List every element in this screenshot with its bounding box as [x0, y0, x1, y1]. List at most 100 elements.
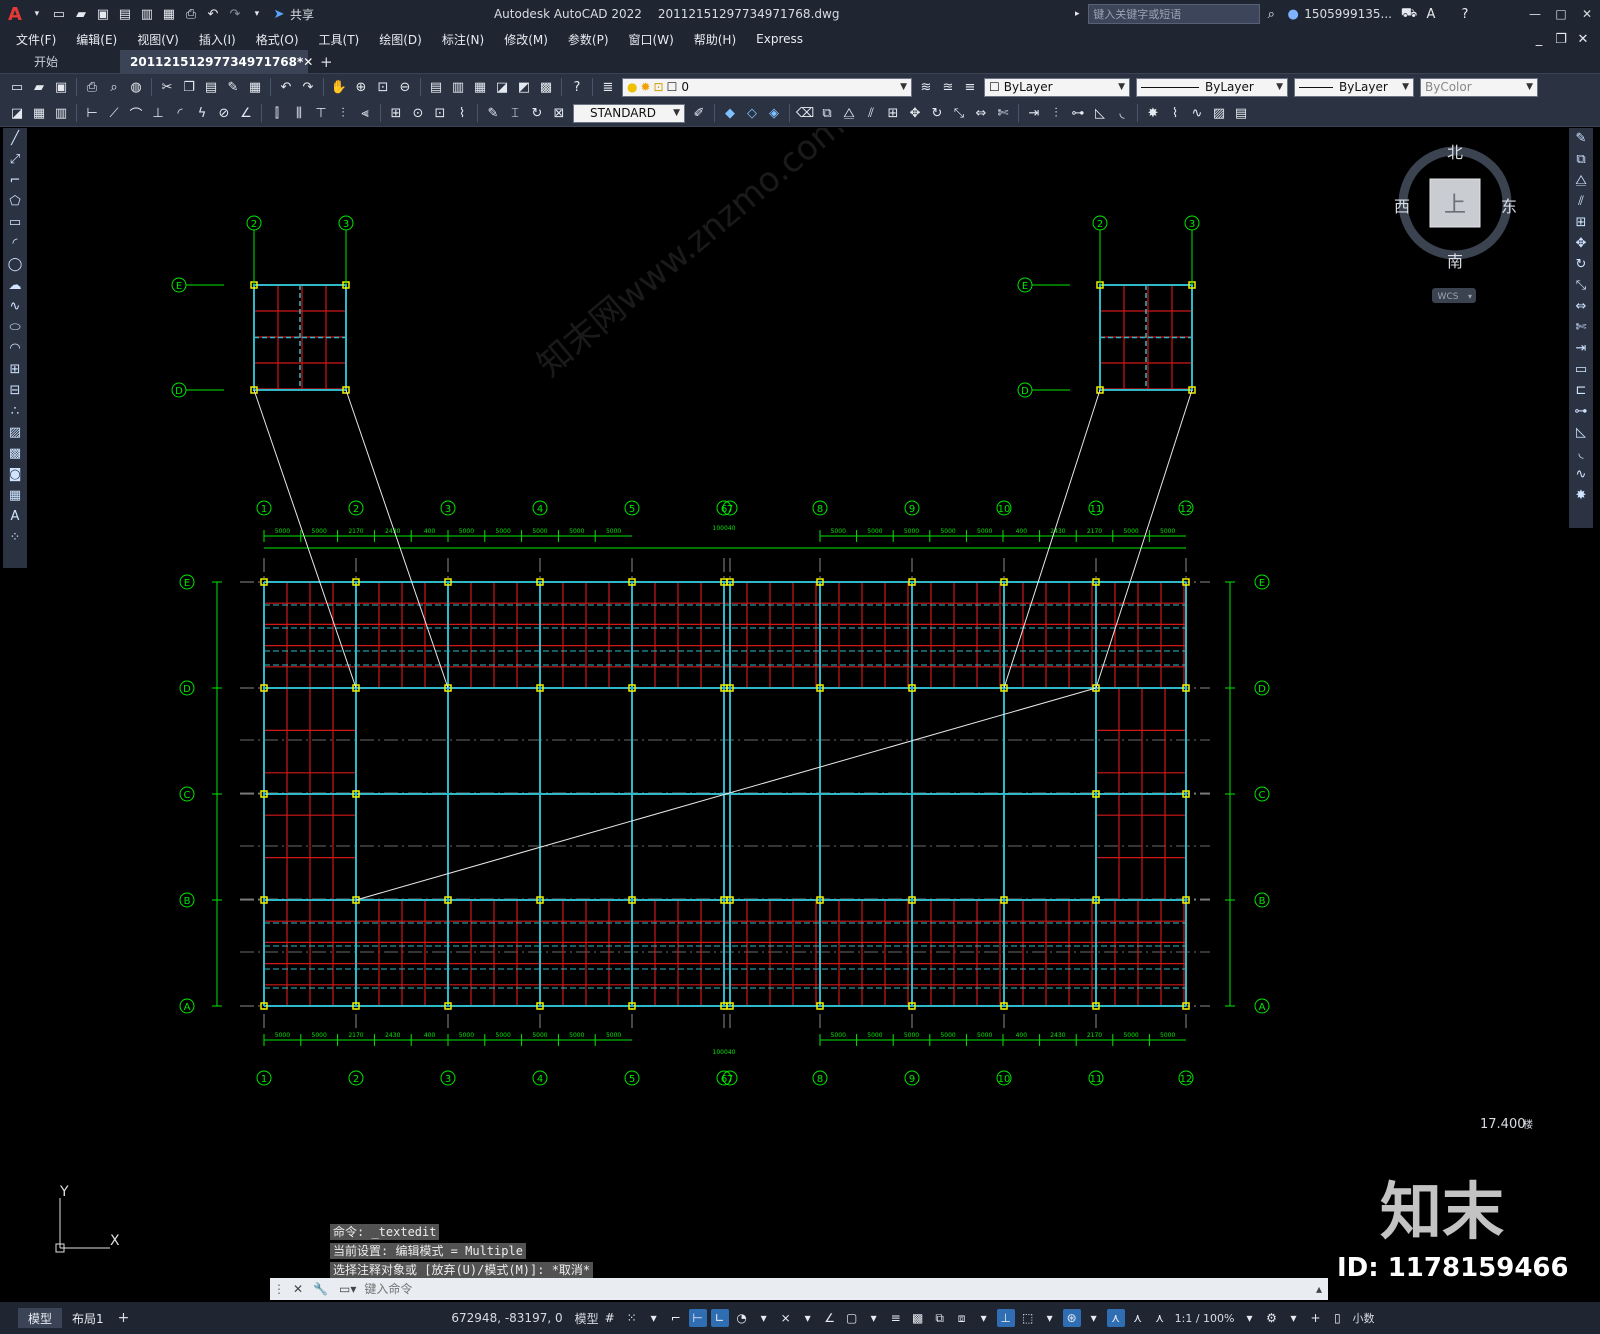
zoom-previous-icon[interactable]: ⊖ [396, 78, 414, 96]
scale-side-icon[interactable]: ⤡ [1569, 275, 1593, 296]
units-icon[interactable]: ▯ [1328, 1309, 1346, 1327]
coordinates-readout[interactable]: 672948, -83197, 0 [451, 1311, 562, 1325]
menu-format[interactable]: 格式(O) [246, 31, 309, 48]
ellipse-arc-icon[interactable]: ◠ [3, 338, 27, 359]
polyline-icon[interactable]: ⌐ [3, 170, 27, 191]
isodraft-icon[interactable]: ⨯ [777, 1309, 795, 1327]
dim-jogged-icon[interactable]: ϟ [193, 104, 211, 122]
properties-icon[interactable]: ▤ [427, 78, 445, 96]
table-icon[interactable]: ▦ [3, 485, 27, 506]
doc-minimize-icon[interactable]: _ [1530, 30, 1548, 48]
infer-icon[interactable]: ⌐ [667, 1309, 685, 1327]
chamfer-side-icon[interactable]: ◺ [1569, 422, 1593, 443]
stretch-icon[interactable]: ⇔ [972, 104, 990, 122]
break-icon[interactable]: ⫶ [1047, 104, 1065, 122]
plotstyle-dropdown[interactable]: ByColor ▼ [1420, 77, 1538, 97]
ucs-previous-icon[interactable]: ◈ [765, 104, 783, 122]
chamfer-icon[interactable]: ◺ [1091, 104, 1109, 122]
rectangle-icon[interactable]: ▭ [3, 212, 27, 233]
dim-arc-icon[interactable]: ⌒ [127, 104, 145, 123]
dim-edit-icon[interactable]: ✎ [484, 104, 502, 122]
menu-tools[interactable]: 工具(T) [309, 31, 370, 48]
dim-ordinate-icon[interactable]: ⊥ [149, 104, 167, 122]
spline-edit-icon[interactable]: ∿ [1188, 104, 1206, 122]
window-maximize-button[interactable]: □ [1548, 7, 1574, 21]
publish-icon[interactable]: ◍ [127, 78, 145, 96]
transparency-icon[interactable]: ▩ [909, 1309, 927, 1327]
cart-icon[interactable]: ⛟ [1400, 5, 1418, 23]
offset-icon[interactable]: ⫽ [862, 104, 880, 122]
menu-express[interactable]: Express [746, 32, 813, 46]
move-icon[interactable]: ✥ [906, 104, 924, 122]
calculator-icon[interactable]: ▩ [537, 78, 555, 96]
make-current-layer-icon[interactable]: ≋ [917, 78, 935, 96]
copy-side-icon[interactable]: ⧉ [1569, 149, 1593, 170]
dim-style-icon[interactable]: ⊠ [550, 104, 568, 122]
viewcube-face[interactable]: 上 [1444, 193, 1466, 218]
array-icon[interactable]: ⊞ [884, 104, 902, 122]
lineweight-icon[interactable]: ≡ [887, 1309, 905, 1327]
cmd-prompt-icon[interactable]: ▭▾ [339, 1282, 356, 1296]
stretch-side-icon[interactable]: ⇔ [1569, 296, 1593, 317]
selection-filter-icon[interactable]: ⬚ [1019, 1309, 1037, 1327]
tab-layout1[interactable]: 布局1 [62, 1308, 114, 1328]
sheet-set-icon[interactable]: ◪ [493, 78, 511, 96]
dynamic-ucs-icon[interactable]: ⊥ [996, 1309, 1015, 1327]
mirror-icon[interactable]: ⧋ [840, 104, 858, 122]
cut-icon[interactable]: ✂ [158, 78, 176, 96]
mirror-side-icon[interactable]: ⧋ [1569, 170, 1593, 191]
user-name[interactable]: 1505999135... [1304, 7, 1392, 21]
inspect-icon[interactable]: ⊡ [431, 104, 449, 122]
menu-insert[interactable]: 插入(I) [189, 31, 246, 48]
construction-line-icon[interactable]: ⤢ [3, 149, 27, 170]
line-icon[interactable]: ╱ [3, 128, 27, 149]
workspace-icon[interactable]: ⚙ [1262, 1309, 1280, 1327]
viewcube-wcs[interactable]: WCS [1438, 292, 1459, 302]
arc-icon[interactable]: ◜ [3, 233, 27, 254]
circle-icon[interactable]: ◯ [3, 254, 27, 275]
point-icon[interactable]: ∴ [3, 401, 27, 422]
ucs-world-icon[interactable]: ◇ [743, 104, 761, 122]
join-icon[interactable]: ⊶ [1069, 104, 1087, 122]
array-side-icon[interactable]: ⊞ [1569, 212, 1593, 233]
draworder-icon[interactable]: ◪ [8, 104, 26, 122]
block-editor-icon[interactable]: ▦ [246, 78, 264, 96]
grip-icon[interactable]: ⋮ [273, 1282, 285, 1296]
new-icon[interactable]: ▭ [50, 5, 68, 23]
attribute-edit-icon[interactable]: ▤ [1232, 104, 1250, 122]
zoom-window-icon[interactable]: ⊡ [374, 78, 392, 96]
dropdown-icon[interactable]: ▾ [755, 1309, 773, 1327]
help-tool-icon[interactable]: ? [568, 78, 586, 96]
save-icon[interactable]: ▣ [94, 5, 112, 23]
wcs-dropdown-icon[interactable]: ▾ [1468, 292, 1472, 301]
add-layout-icon[interactable]: + [118, 1310, 130, 1326]
rotate-icon[interactable]: ↻ [928, 104, 946, 122]
object-tracking-icon[interactable]: ∠ [821, 1309, 839, 1327]
cmd-scroll-icon[interactable]: ▴ [1316, 1282, 1322, 1296]
undo-icon[interactable]: ↶ [204, 5, 222, 23]
extend-icon[interactable]: ⇥ [1025, 104, 1043, 122]
markup-icon[interactable]: ◩ [515, 78, 533, 96]
window-minimize-button[interactable]: — [1522, 7, 1548, 21]
print-icon[interactable]: ⎙ [83, 78, 101, 96]
tab-document[interactable]: 20112151297734971768* ✕ [120, 50, 313, 73]
drawing-canvas[interactable]: 112233445566778899101011111212E ED DC CB BA A… [30, 128, 1567, 1302]
menu-window[interactable]: 窗口(W) [619, 31, 684, 48]
linetype-dropdown[interactable]: ByLayer ▼ [1136, 77, 1288, 97]
dropdown-icon[interactable]: ▾ [1041, 1309, 1059, 1327]
ungroup-icon[interactable]: ▥ [52, 104, 70, 122]
annotation-scale-icon[interactable]: ⋏ [1151, 1309, 1169, 1327]
layer-previous-icon[interactable]: ≊ [939, 78, 957, 96]
trim-icon[interactable]: ✄ [994, 104, 1012, 122]
erase-icon[interactable]: ⌫ [796, 104, 814, 122]
design-center-icon[interactable]: ▥ [449, 78, 467, 96]
explode-icon[interactable]: ✸ [1144, 104, 1162, 122]
tab-start[interactable]: 开始 [0, 50, 120, 73]
dim-linear-icon[interactable]: ⊢ [83, 104, 101, 122]
dropdown-icon[interactable]: ▾ [799, 1309, 817, 1327]
extend-side-icon[interactable]: ⇥ [1569, 338, 1593, 359]
redo-icon[interactable]: ↷ [226, 5, 244, 23]
jog-line-icon[interactable]: ⌇ [453, 104, 471, 122]
menu-draw[interactable]: 绘图(D) [369, 31, 432, 48]
web-open-icon[interactable]: ▥ [138, 5, 156, 23]
